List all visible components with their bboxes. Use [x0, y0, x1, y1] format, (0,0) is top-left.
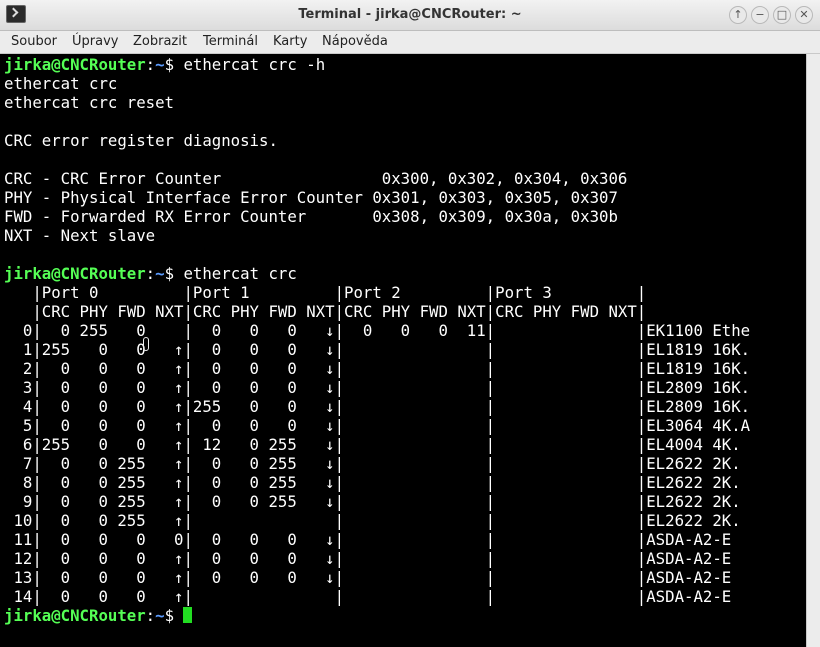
prompt-line: jirka@CNCRouter:~$	[4, 606, 193, 625]
minimize-button[interactable]: −	[751, 6, 769, 24]
output-line: |CRC PHY FWD NXT|CRC PHY FWD NXT|CRC PHY…	[4, 302, 647, 321]
output-line: 14| 0 0 0 ↑| | | |ASDA-A2-E	[4, 587, 732, 606]
output-line: 2| 0 0 0 ↑| 0 0 0 ↓| | |EL1819 16K.	[4, 359, 751, 378]
prompt-separator: :	[145, 264, 156, 283]
menu-bar: Soubor Úpravy Zobrazit Terminál Karty Ná…	[0, 31, 820, 54]
output-line: ethercat crc reset	[4, 93, 175, 112]
mouse-cursor	[143, 337, 149, 351]
prompt-user: jirka@CNCRouter	[4, 606, 146, 625]
text-cursor	[183, 607, 193, 623]
output-line: 7| 0 0 255 ↑| 0 0 255 ↓| | |EL2622 2K.	[4, 454, 741, 473]
close-button[interactable]: ✕	[795, 6, 813, 24]
output-line: CRC - CRC Error Counter 0x300, 0x302, 0x…	[4, 169, 628, 188]
output-line: 1|255 0 0 ↑| 0 0 0 ↓| | |EL1819 16K.	[4, 340, 751, 359]
prompt-path: ~	[155, 55, 165, 74]
output-line: 5| 0 0 0 ↑| 0 0 0 ↓| | |EL3064 4K.A	[4, 416, 751, 435]
prompt-line: jirka@CNCRouter:~$ ethercat crc -h	[4, 55, 325, 74]
terminal-output[interactable]: jirka@CNCRouter:~$ ethercat crc -h etherc…	[0, 54, 806, 647]
keep-above-button[interactable]: ↑	[729, 6, 747, 24]
menu-napoveda[interactable]: Nápověda	[322, 34, 388, 49]
prompt-symbol: $	[164, 606, 184, 625]
menu-karty[interactable]: Karty	[273, 34, 307, 49]
prompt-user: jirka@CNCRouter	[4, 55, 146, 74]
window-title: Terminal - jirka@CNCRouter: ~	[298, 7, 522, 22]
output-line: 0| 0 255 0 | 0 0 0 ↓| 0 0 0 11| |EK1100 …	[4, 321, 751, 340]
prompt-separator: :	[145, 606, 156, 625]
prompt-user: jirka@CNCRouter	[4, 264, 146, 283]
output-line: PHY - Physical Interface Error Counter 0…	[4, 188, 618, 207]
output-line: 6|255 0 0 ↑| 12 0 255 ↓| | |EL4004 4K.	[4, 435, 741, 454]
output-line: 8| 0 0 255 ↑| 0 0 255 ↓| | |EL2622 2K.	[4, 473, 741, 492]
title-bar[interactable]: Terminal - jirka@CNCRouter: ~ ↑ − □ ✕	[0, 0, 820, 31]
output-line: 3| 0 0 0 ↑| 0 0 0 ↓| | |EL2809 16K.	[4, 378, 751, 397]
output-line: 10| 0 0 255 ↑| | | |EL2622 2K.	[4, 511, 741, 530]
output-line: 9| 0 0 255 ↑| 0 0 255 ↓| | |EL2622 2K.	[4, 492, 741, 511]
command-text: ethercat crc -h	[183, 55, 326, 74]
menu-terminal[interactable]: Terminál	[203, 34, 258, 49]
prompt-symbol: $	[164, 264, 184, 283]
output-line: 4| 0 0 0 ↑|255 0 0 ↓| | |EL2809 16K.	[4, 397, 751, 416]
menu-upravy[interactable]: Úpravy	[72, 34, 118, 49]
output-line: NXT - Next slave	[4, 226, 156, 245]
terminal-scrollbar[interactable]	[806, 54, 820, 647]
output-line: |Port 0 |Port 1 |Port 2 |Port 3 |	[4, 283, 647, 302]
output-line: 11| 0 0 0 0| 0 0 0 ↓| | |ASDA-A2-E	[4, 530, 732, 549]
menu-zobrazit[interactable]: Zobrazit	[133, 34, 187, 49]
output-line: ethercat crc	[4, 74, 118, 93]
maximize-button[interactable]: □	[773, 6, 791, 24]
prompt-path: ~	[155, 264, 165, 283]
prompt-separator: :	[145, 55, 156, 74]
output-line: 13| 0 0 0 ↑| 0 0 0 ↓| | |ASDA-A2-E	[4, 568, 732, 587]
prompt-symbol: $	[164, 55, 184, 74]
command-text: ethercat crc	[183, 264, 297, 283]
prompt-path: ~	[155, 606, 165, 625]
menu-soubor[interactable]: Soubor	[11, 34, 57, 49]
output-line: CRC error register diagnosis.	[4, 131, 278, 150]
output-line: 12| 0 0 0 ↑| 0 0 0 ↓| | |ASDA-A2-E	[4, 549, 732, 568]
output-line: FWD - Forwarded RX Error Counter 0x308, …	[4, 207, 618, 226]
prompt-line: jirka@CNCRouter:~$ ethercat crc	[4, 264, 297, 283]
